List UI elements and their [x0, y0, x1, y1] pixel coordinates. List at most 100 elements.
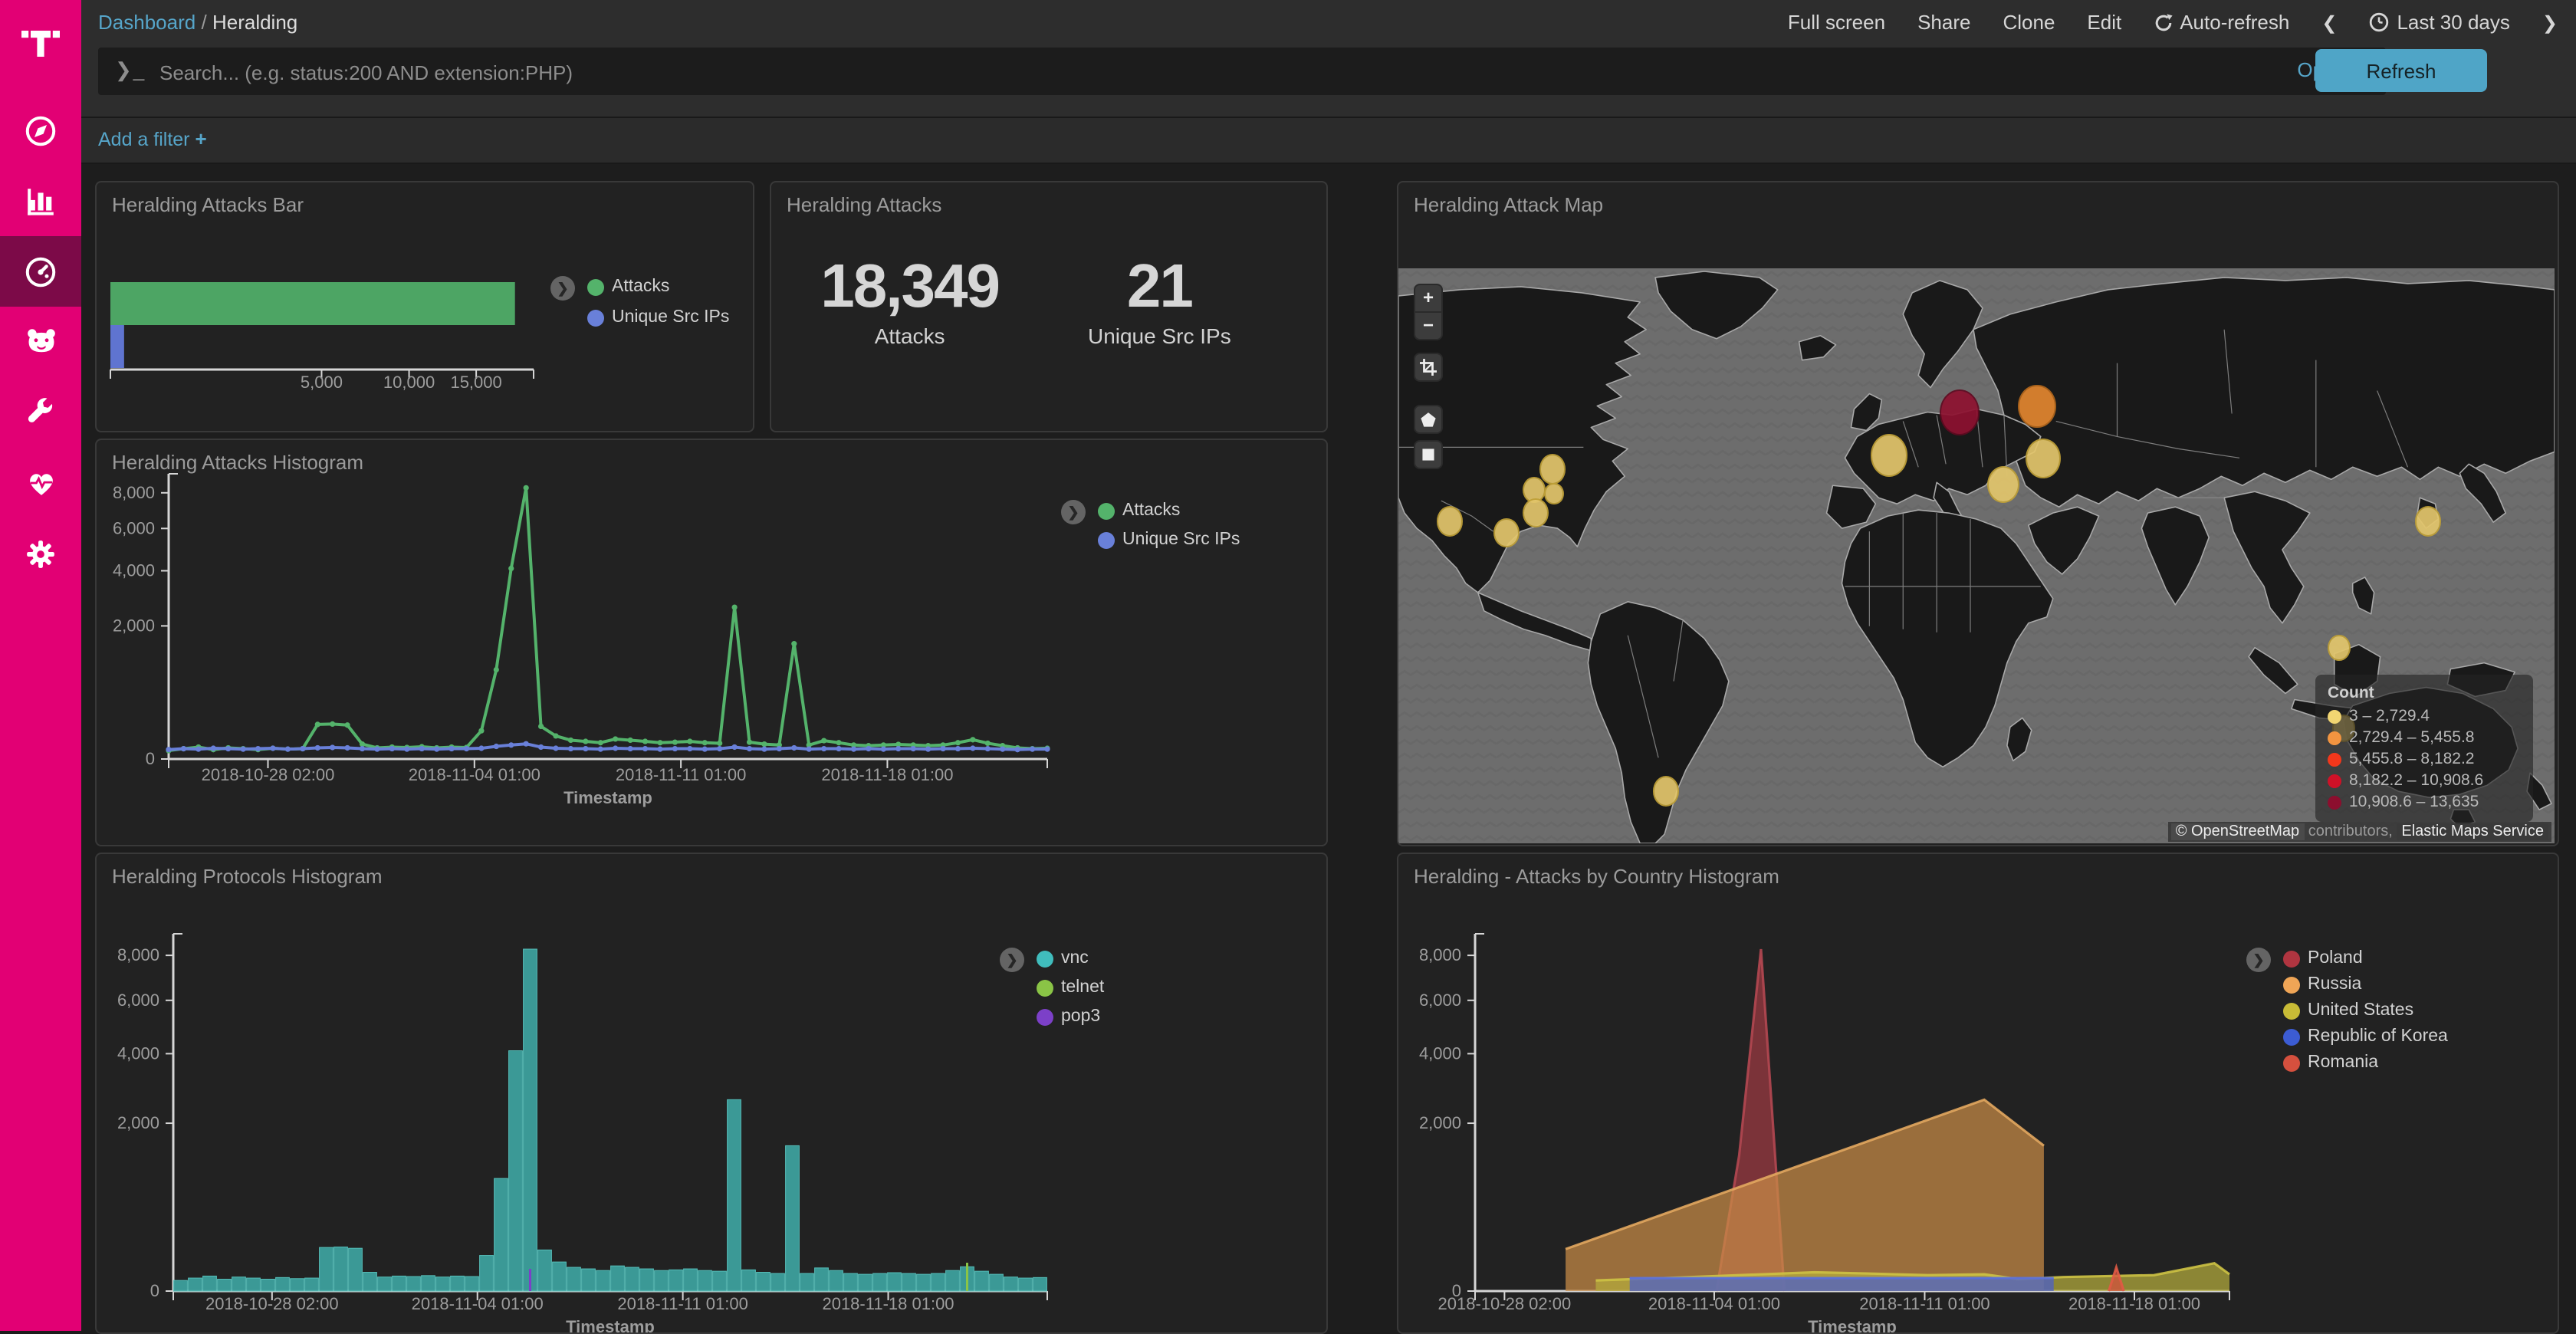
wrench-icon [25, 396, 57, 429]
svg-text:0: 0 [150, 1281, 159, 1300]
svg-text:5,000: 5,000 [301, 373, 343, 392]
sidebar-item-dashboard[interactable] [0, 236, 81, 307]
map-count-legend: Count 3 – 2,729.42,729.4 – 5,455.85,455.… [2315, 675, 2533, 822]
query-bar-row: ❯_ Options Refresh [81, 44, 2576, 117]
legend-toggle-icon[interactable]: ❯ [1061, 500, 1086, 524]
legend-color-dot [2283, 1028, 2300, 1045]
legend-color-dot [1098, 531, 1115, 548]
polygon-icon [1420, 411, 1437, 428]
share-button[interactable]: Share [1917, 11, 1970, 34]
add-filter-button[interactable]: Add a filter + [98, 127, 207, 150]
ems-attribution-link[interactable]: Elastic Maps Service [2397, 823, 2548, 840]
metric-label: Unique Src IPs [1088, 324, 1231, 348]
breadcrumb-current: Heralding [212, 11, 297, 34]
metric-value: 21 [1088, 253, 1231, 322]
attack-origin-circle[interactable] [2327, 635, 2350, 662]
svg-text:2018-11-04 01:00: 2018-11-04 01:00 [409, 765, 540, 784]
attack-origin-circle[interactable] [1870, 434, 1907, 476]
crop-icon [1420, 359, 1437, 376]
legend-label: telnet [1061, 978, 1104, 997]
legend-item[interactable]: pop3 [1037, 1007, 1104, 1026]
protocols-histogram-chart[interactable]: 02,0004,0006,0008,0002018-10-28 02:00201… [97, 854, 1326, 1332]
refresh-button[interactable]: Refresh [2315, 49, 2487, 92]
attack-origin-circle[interactable] [1493, 518, 1519, 547]
svg-text:8,000: 8,000 [1419, 945, 1461, 964]
svg-text:2018-10-28 02:00: 2018-10-28 02:00 [205, 1294, 339, 1313]
svg-text:2018-10-28 02:00: 2018-10-28 02:00 [1438, 1294, 1572, 1313]
legend-toggle-icon[interactable]: ❯ [550, 276, 575, 301]
map-draw-polygon-button[interactable] [1415, 406, 1441, 432]
chart-legend: ❯AttacksUnique Src IPs [587, 278, 729, 339]
bar-chart-icon [25, 185, 57, 217]
svg-text:2018-11-11 01:00: 2018-11-11 01:00 [617, 1294, 748, 1313]
legend-item[interactable]: Romania [2283, 1053, 2448, 1072]
compass-icon [25, 114, 57, 146]
time-prev-button[interactable]: ❮ [2321, 12, 2337, 33]
panel-heralding-protocols-histogram: Heralding Protocols Histogram 02,0004,00… [95, 853, 1328, 1334]
legend-label: Russia [2308, 975, 2361, 994]
country-histogram-chart[interactable]: 02,0004,0006,0008,0002018-10-28 02:00201… [1398, 854, 2558, 1332]
gear-icon [25, 537, 57, 570]
legend-color-dot [2283, 976, 2300, 993]
timepicker-button[interactable]: Last 30 days [2369, 11, 2509, 34]
breadcrumb-dashboard-link[interactable]: Dashboard [98, 11, 196, 34]
map-fit-bounds-button[interactable] [1415, 354, 1441, 380]
sidebar-item-visualize[interactable] [0, 166, 81, 236]
map-draw-rectangle-button[interactable] [1415, 442, 1441, 468]
attack-origin-circle[interactable] [1436, 506, 1462, 536]
attack-origin-circle[interactable] [2017, 384, 2055, 429]
telekom-logo[interactable] [0, 0, 81, 86]
legend-label: pop3 [1061, 1007, 1100, 1026]
legend-item[interactable]: United States [2283, 1001, 2448, 1020]
sidebar-item-monitoring[interactable] [0, 448, 81, 518]
time-next-button[interactable]: ❯ [2542, 12, 2558, 33]
attack-origin-circle[interactable] [1539, 455, 1566, 485]
telekom-t-icon [20, 22, 61, 64]
legend-color-dot [1037, 979, 1053, 996]
attack-origin-circle[interactable] [2414, 506, 2440, 536]
svg-text:2018-11-04 01:00: 2018-11-04 01:00 [1648, 1294, 1780, 1313]
panel-title: Heralding Attacks [771, 182, 1326, 216]
osm-attribution-link[interactable]: © OpenStreetMap [2171, 823, 2305, 840]
sidebar-item-devtools[interactable] [0, 377, 81, 448]
legend-item[interactable]: Unique Src IPs [1098, 531, 1240, 549]
panel-heralding-attack-map: Heralding Attack Map [1397, 181, 2559, 846]
sidebar-item-tpot[interactable] [0, 307, 81, 377]
sidebar-item-discover[interactable] [0, 95, 81, 166]
map-legend-title: Count [2328, 684, 2521, 702]
legend-color-dot [2283, 950, 2300, 967]
metric-label: Attacks [820, 324, 999, 348]
clone-button[interactable]: Clone [2003, 11, 2055, 34]
auto-refresh-button[interactable]: Auto-refresh [2154, 11, 2289, 34]
legend-item[interactable]: Unique Src IPs [587, 308, 729, 327]
edit-button[interactable]: Edit [2087, 11, 2121, 34]
legend-label: Attacks [612, 278, 669, 296]
sidebar-item-management[interactable] [0, 518, 81, 589]
legend-item[interactable]: Attacks [587, 278, 729, 296]
legend-item[interactable]: Attacks [1098, 501, 1240, 520]
metric-unique-src-ips: 21 Unique Src IPs [1088, 253, 1231, 348]
attack-origin-circle[interactable] [2026, 438, 2061, 478]
legend-item[interactable]: telnet [1037, 978, 1104, 997]
attack-origin-circle[interactable] [1987, 465, 2019, 502]
legend-item[interactable]: vnc [1037, 949, 1104, 968]
kibana-dashboard-page: Dashboard / Heralding Full screen Share … [0, 0, 2576, 1331]
full-screen-button[interactable]: Full screen [1788, 11, 1885, 34]
navbar-actions: Full screen Share Clone Edit Auto-refres… [1788, 11, 2558, 34]
svg-text:6,000: 6,000 [117, 991, 159, 1010]
search-input[interactable] [156, 48, 2125, 98]
legend-toggle-icon[interactable]: ❯ [2246, 948, 2271, 972]
legend-item[interactable]: Republic of Korea [2283, 1027, 2448, 1046]
map-legend-dot [2328, 752, 2341, 766]
legend-item[interactable]: Poland [2283, 949, 2448, 968]
map-zoom-in-button[interactable]: + [1415, 285, 1441, 311]
bear-icon [24, 325, 58, 359]
legend-label: vnc [1061, 949, 1089, 968]
map-legend-item: 10,908.6 – 13,635 [2328, 793, 2521, 811]
map-legend-dot [2328, 709, 2341, 723]
legend-item[interactable]: Russia [2283, 975, 2448, 994]
map-zoom-out-button[interactable]: − [1415, 313, 1441, 339]
legend-toggle-icon[interactable]: ❯ [1000, 948, 1024, 972]
attack-origin-circle[interactable] [1939, 389, 1979, 435]
attack-map[interactable]: + − Count 3 [1398, 268, 2555, 843]
